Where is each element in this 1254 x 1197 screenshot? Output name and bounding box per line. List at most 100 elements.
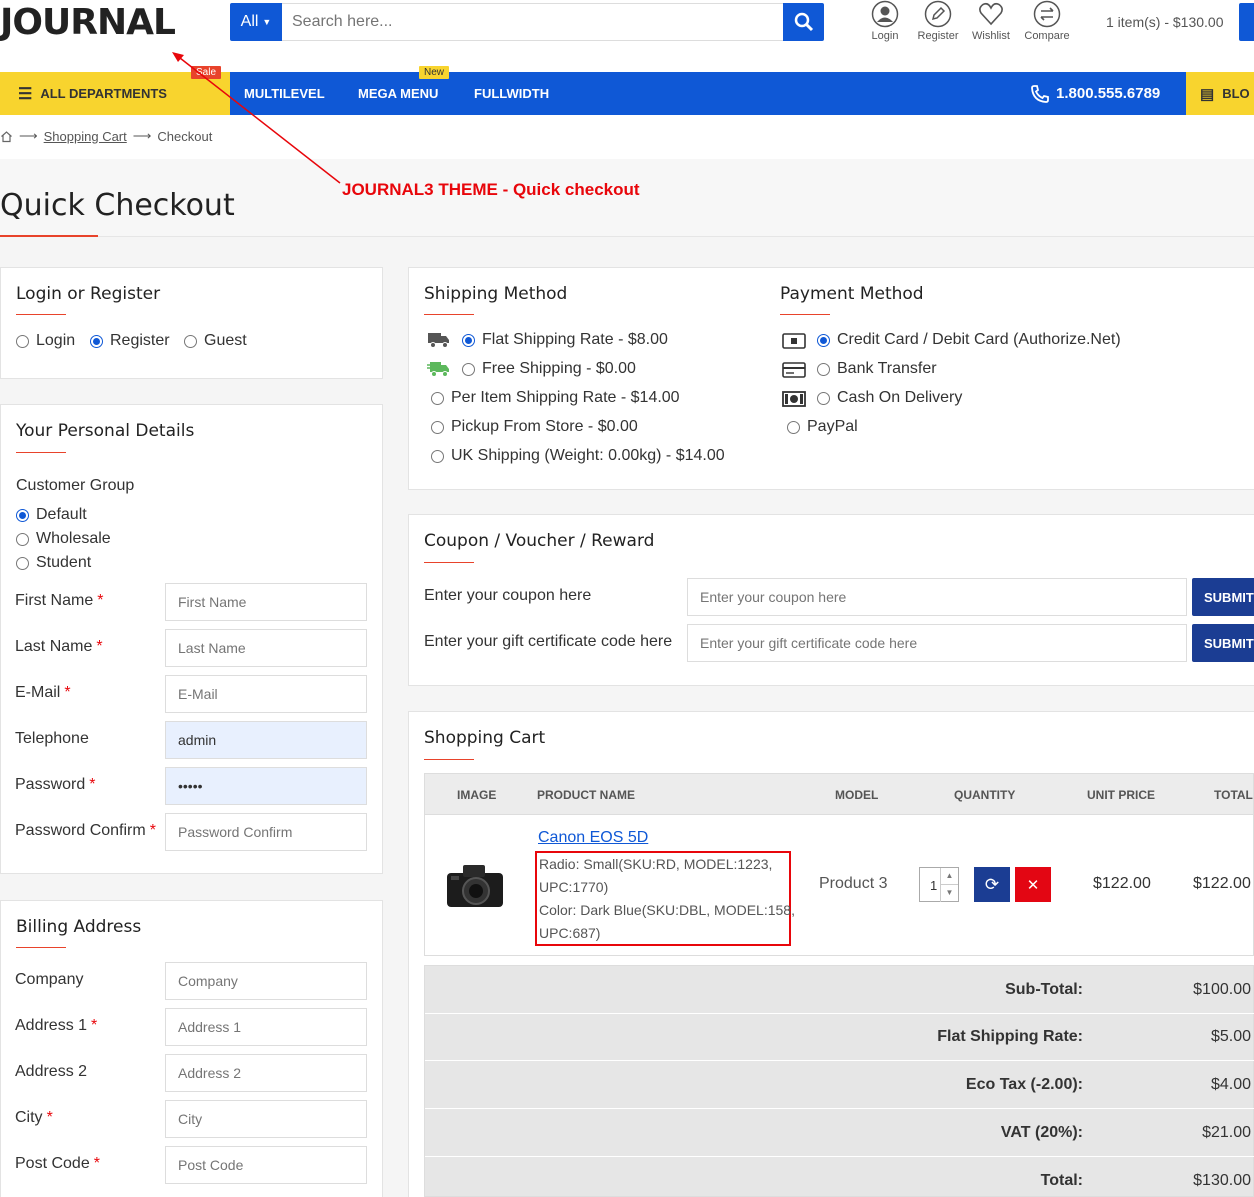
option-line: UPC:1770) [539, 879, 609, 895]
login-panel: Login or Register Login Register Guest [0, 267, 383, 379]
radio-credit-card[interactable] [817, 333, 830, 347]
cart-table-header: IMAGE PRODUCT NAME MODEL QUANTITY UNIT P… [424, 773, 1254, 815]
radio-pickup[interactable] [431, 420, 444, 434]
col-unit-price: UNIT PRICE [1087, 788, 1156, 802]
city-label: City * [15, 1109, 53, 1126]
shipping-option-label: Flat Shipping Rate - $8.00 [482, 331, 668, 348]
radio-flat-shipping[interactable] [462, 333, 475, 347]
last-name-field[interactable] [165, 629, 367, 667]
payment-option-credit-card[interactable]: Credit Card / Debit Card (Authorize.Net) [817, 331, 1121, 349]
radio-login[interactable] [16, 334, 29, 348]
payment-option-cod[interactable]: Cash On Delivery [817, 389, 962, 407]
subtotal-value: $100.00 [1193, 981, 1251, 998]
company-label: Company [15, 971, 84, 988]
radio-guest[interactable] [184, 334, 197, 348]
product-name-link[interactable]: Canon EOS 5D [538, 829, 648, 847]
ecotax-value: $4.00 [1210, 1076, 1251, 1093]
group-option-wholesale[interactable]: Wholesale [16, 530, 111, 548]
radio-register[interactable] [90, 334, 103, 348]
postcode-field[interactable] [165, 1146, 367, 1184]
payment-option-label: PayPal [807, 418, 858, 435]
login-title: Login or Register [16, 284, 161, 304]
vat-label: VAT (20%): [1000, 1124, 1083, 1141]
shipping-option-uk[interactable]: UK Shipping (Weight: 0.00kg) - $14.00 [431, 447, 725, 465]
col-model: MODEL [835, 788, 879, 802]
first-name-label: First Name * [15, 592, 104, 609]
chevron-down-icon[interactable]: ▼ [940, 885, 958, 902]
radio-student[interactable] [16, 556, 29, 570]
personal-details-title: Your Personal Details [16, 421, 195, 441]
login-title-underline [16, 314, 66, 315]
bank-card-icon [782, 362, 806, 378]
grand-total-value: $130.00 [1193, 1172, 1251, 1189]
email-field[interactable] [165, 675, 367, 713]
group-label: Default [36, 506, 87, 523]
address2-label: Address 2 [15, 1063, 88, 1080]
chevron-up-icon[interactable]: ▲ [940, 868, 958, 885]
billing-title-underline [16, 947, 66, 948]
shipping-option-free[interactable]: Free Shipping - $0.00 [462, 360, 636, 378]
address1-field[interactable] [165, 1008, 367, 1046]
gift-submit-button[interactable]: SUBMIT [1192, 624, 1254, 662]
product-image[interactable] [443, 861, 507, 911]
group-option-student[interactable]: Student [16, 554, 91, 572]
radio-paypal[interactable] [787, 420, 800, 434]
company-field[interactable] [165, 962, 367, 1000]
shipping-option-label: Free Shipping - $0.00 [482, 360, 636, 377]
radio-per-item[interactable] [431, 391, 444, 405]
quantity-stepper[interactable]: 1 ▲ ▼ [919, 867, 959, 902]
col-total: TOTAL [1214, 788, 1253, 802]
address2-field[interactable] [165, 1054, 367, 1092]
cart-title-underline [424, 759, 474, 760]
cart-totals: Sub-Total: $100.00 Flat Shipping Rate: $5.… [424, 965, 1254, 1197]
group-option-default[interactable]: Default [16, 506, 87, 524]
city-field[interactable] [165, 1100, 367, 1138]
update-quantity-button[interactable]: ⟳ [974, 867, 1010, 902]
guest-option-label: Guest [204, 332, 247, 349]
last-name-label: Last Name * [15, 638, 103, 655]
telephone-field[interactable] [165, 721, 367, 759]
radio-wholesale[interactable] [16, 532, 29, 546]
coupon-submit-button[interactable]: SUBMIT [1192, 578, 1254, 616]
totals-row: Flat Shipping Rate: $5.00 [425, 1013, 1254, 1061]
radio-cod[interactable] [817, 391, 830, 405]
payment-option-paypal[interactable]: PayPal [787, 418, 858, 436]
password-label: Password * [15, 776, 96, 793]
option-line: Color: Dark Blue(SKU:DBL, MODEL:158, [539, 902, 795, 918]
item-total: $122.00 [1193, 875, 1251, 892]
gift-certificate-input[interactable] [687, 624, 1187, 662]
payment-option-label: Cash On Delivery [837, 389, 963, 406]
password-confirm-field[interactable] [165, 813, 367, 851]
password-field[interactable] [165, 767, 367, 805]
payment-title: Payment Method [780, 284, 924, 304]
login-option-register[interactable]: Register [90, 332, 170, 350]
email-label: E-Mail * [15, 684, 71, 701]
login-option-login[interactable]: Login [16, 332, 75, 350]
payment-option-label: Credit Card / Debit Card (Authorize.Net) [837, 331, 1121, 348]
password-confirm-label: Password Confirm * [15, 822, 156, 839]
postcode-label: Post Code * [15, 1155, 100, 1172]
product-options: Radio: Small(SKU:RD, MODEL:1223, UPC:177… [539, 853, 795, 945]
shipping-option-label: Pickup From Store - $0.00 [451, 418, 638, 435]
coupon-input[interactable] [687, 578, 1187, 616]
refresh-icon: ⟳ [984, 874, 1000, 894]
remove-item-button[interactable]: ✕ [1015, 867, 1051, 902]
shipping-option-pickup[interactable]: Pickup From Store - $0.00 [431, 418, 638, 436]
radio-default[interactable] [16, 508, 29, 522]
radio-uk-shipping[interactable] [431, 449, 444, 463]
shipping-total-value: $5.00 [1210, 1028, 1251, 1045]
option-line: Radio: Small(SKU:RD, MODEL:1223, [539, 856, 773, 872]
shipping-option-flat[interactable]: Flat Shipping Rate - $8.00 [462, 331, 668, 349]
col-quantity: QUANTITY [954, 788, 1016, 802]
radio-free-shipping[interactable] [462, 362, 475, 376]
login-option-guest[interactable]: Guest [184, 332, 247, 350]
group-label: Student [36, 554, 92, 571]
shipping-option-per-item[interactable]: Per Item Shipping Rate - $14.00 [431, 389, 680, 407]
radio-bank-transfer[interactable] [817, 362, 830, 376]
telephone-label: Telephone [15, 730, 89, 747]
payment-option-bank-transfer[interactable]: Bank Transfer [817, 360, 937, 378]
login-option-label: Login [36, 332, 76, 349]
first-name-field[interactable] [165, 583, 367, 621]
truck-icon [428, 333, 449, 348]
register-option-label: Register [110, 332, 170, 349]
